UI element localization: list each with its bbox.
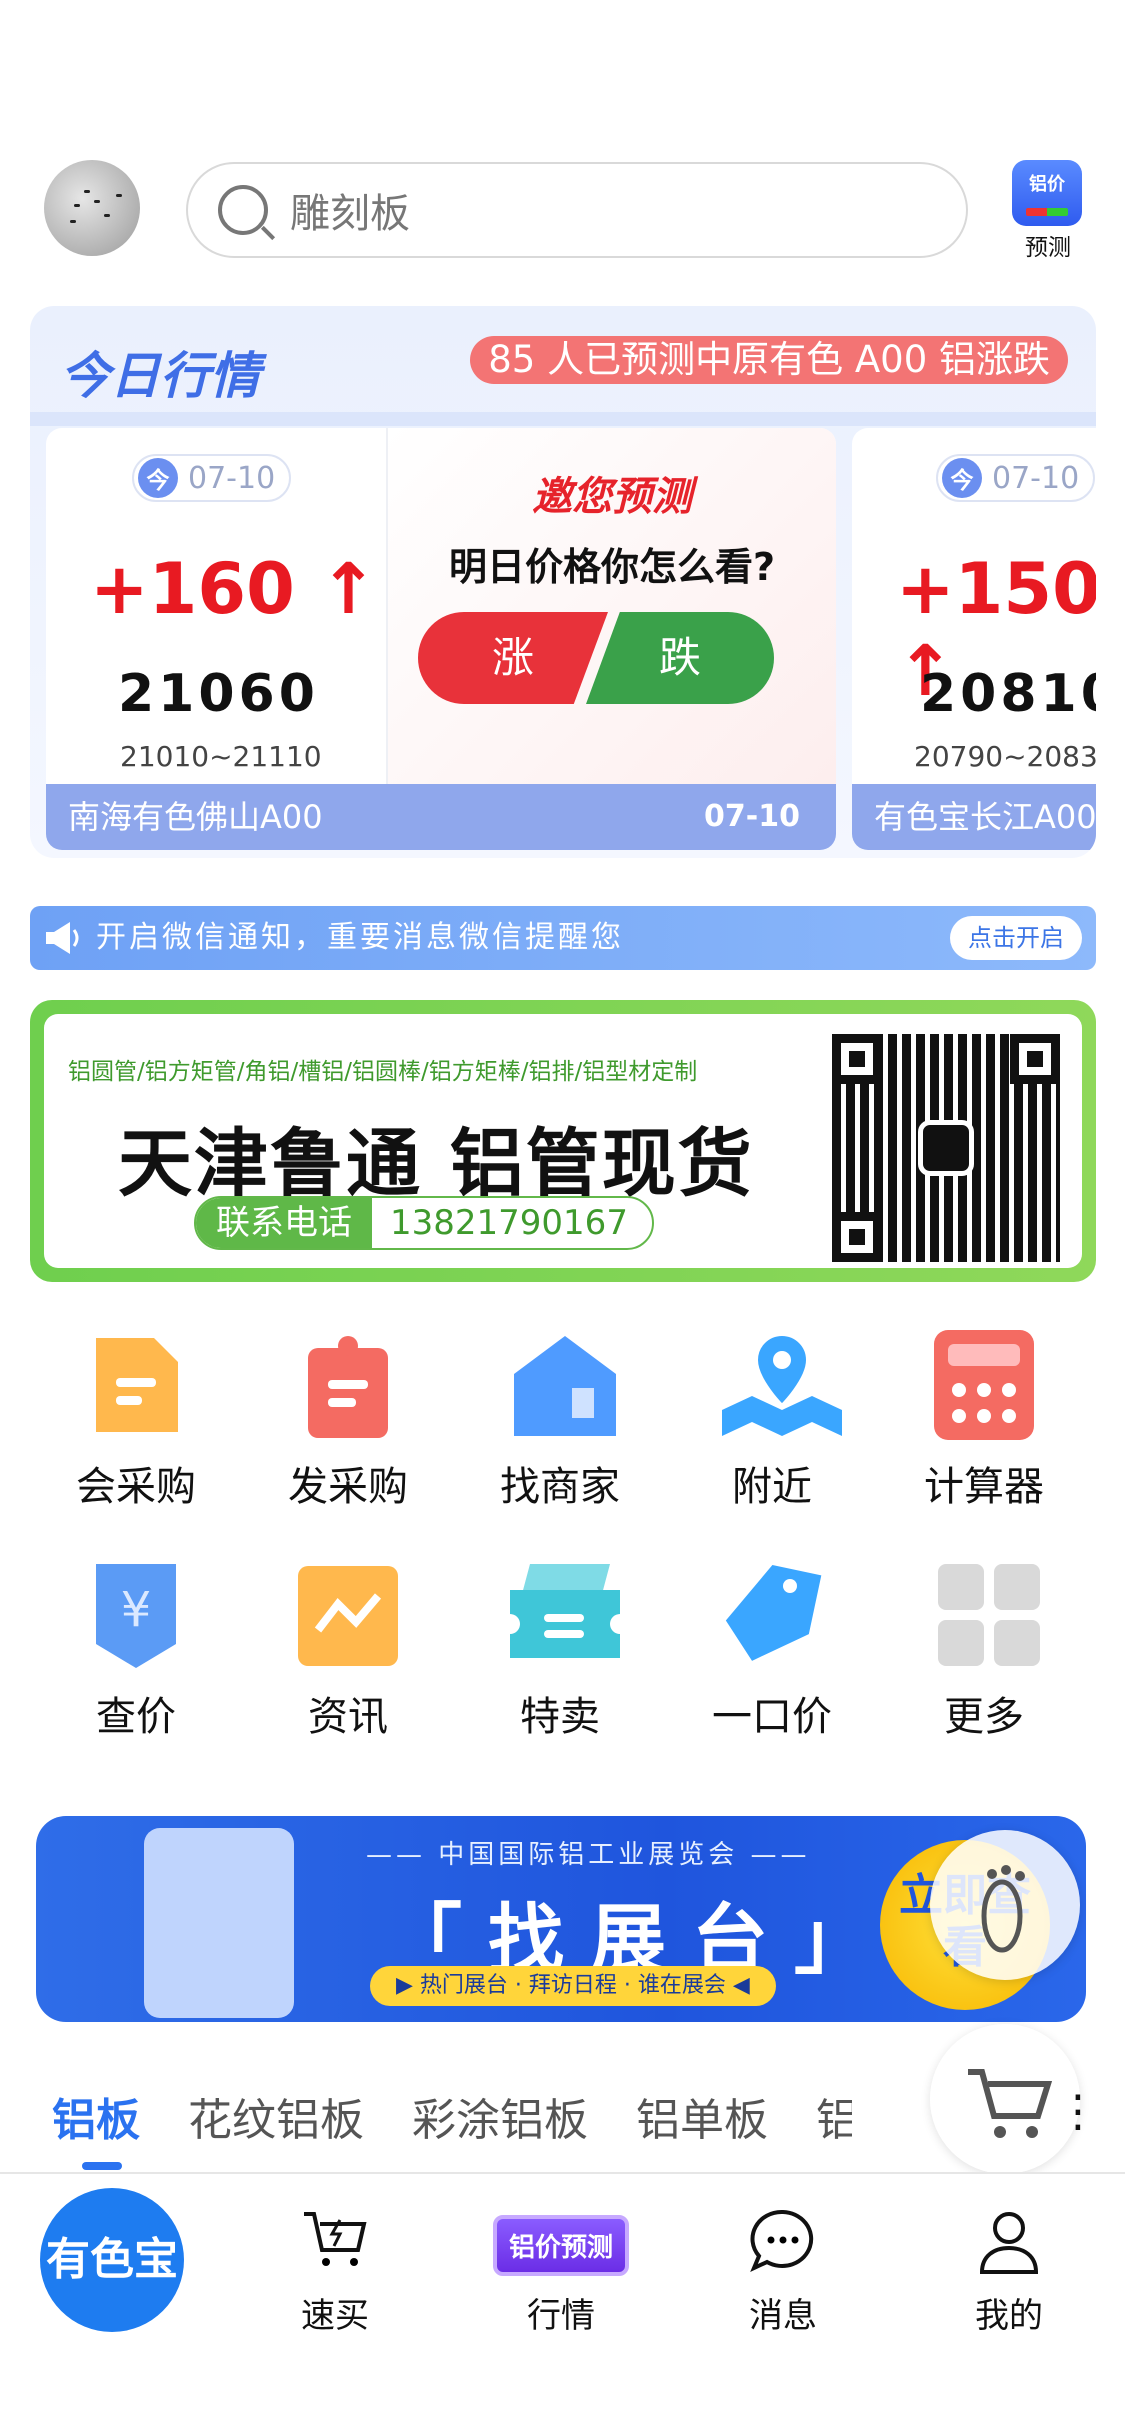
tab-patterned-plate[interactable]: 花纹铝板 [188,2084,364,2148]
search-placeholder: 雕刻板 [290,191,410,237]
grid-item-find-merchant[interactable]: 找商家 [454,1330,666,1512]
category-tabs: 铝板 花纹铝板 彩涂铝板 铝单板 铝 [52,2084,852,2170]
tab-coated-plate[interactable]: 彩涂铝板 [412,2084,588,2148]
invite-predict: 邀您预测 明日价格你怎么看? 涨 跌 [388,428,836,784]
enable-notice-button[interactable]: 点击开启 [950,916,1082,960]
bottom-nav: 有色宝 速买 铝价预测 行情 消息 我的 [0,2172,1125,2436]
tab-veneer[interactable]: 铝单板 [636,2084,768,2148]
avatar[interactable] [44,160,140,256]
market-title: 今日行情 [60,347,260,405]
prediction-count-banner[interactable]: 85 人已预测中原有色 A00 铝涨跌 [470,336,1068,384]
wechat-notice-bar[interactable]: 开启微信通知，重要消息微信提醒您 点击开启 [30,906,1096,970]
home-button[interactable]: 有色宝 [40,2188,184,2332]
predict-icon-text: 铝价 [1029,174,1065,195]
notice-text: 开启微信通知，重要消息微信提醒您 [96,920,624,955]
svg-text:¥: ¥ [121,1582,152,1638]
grid-item-nearby[interactable]: 附近 [666,1330,878,1512]
ad-title: 天津鲁通 铝管现货 [118,1121,754,1207]
invite-title: 邀您预测 [532,474,692,520]
nav-quick-buy[interactable]: 速买 [260,2196,410,2337]
clipboard-icon [298,1330,398,1440]
grid-item-more[interactable]: 更多 [878,1560,1090,1742]
price-card[interactable]: 今07-10 +150 ↑ 20810 20790~20830 有色宝长江A00 [852,428,1096,850]
chat-bubble-icon [750,2209,814,2272]
price-range: 21010~21110 [120,740,322,773]
grid-item-post-purchase[interactable]: 发采购 [242,1330,454,1512]
ad-banner[interactable]: 铝圆管/铝方矩管/角铝/槽铝/铝圆棒/铝方矩棒/铝排/铝型材定制 天津鲁通 铝管… [30,1000,1096,1282]
up-arrow-icon: ↑ [319,548,378,630]
predict-down-button[interactable]: 跌 [586,612,774,704]
tab-menu-icon[interactable]: ⋮ [1056,2086,1100,2137]
price-value: 20810 [920,664,1096,724]
predict-label[interactable]: 预测 [1010,228,1086,262]
tab-aluminum-plate[interactable]: 铝板 [52,2084,140,2170]
trend-icon [298,1560,398,1670]
price-card[interactable]: 今 07-10 +160 ↑ 21060 21010~21110 邀您预测 明日价… [46,428,836,850]
quick-buy-cart-icon [304,2212,367,2266]
location-icon [722,1330,842,1440]
search-input[interactable]: 雕刻板 [186,162,968,258]
ad-phone: 联系电话 13821790167 [194,1196,654,1250]
price-predict-icon[interactable]: 铝价 [1012,160,1082,226]
grid-item-news[interactable]: 资讯 [242,1560,454,1742]
date-pill: 今 07-10 [936,454,1096,502]
tag-icon [722,1560,822,1670]
grid-item-fixed-price[interactable]: 一口价 [666,1560,878,1742]
doc-icon [86,1330,186,1440]
price-change: +160 ↑ [90,548,378,630]
user-icon [979,2212,1039,2274]
price-source: 有色宝长江A00 [852,784,1096,850]
grid-item-special-sale[interactable]: 特卖 [454,1560,666,1742]
banner-tag: ▶ 热门展台 · 拜访日程 · 谁在展会 ◀ [370,1966,776,2006]
megaphone-icon [46,922,79,954]
grid-icon [934,1560,1040,1670]
predict-up-button[interactable]: 涨 [418,612,608,704]
search-icon [218,185,268,235]
today-badge: 今 [942,458,982,498]
calculator-icon [934,1330,1034,1440]
phone-illustration [144,1828,294,2018]
ticket-icon [510,1560,620,1670]
today-badge: 今 [138,458,178,498]
price-value: 21060 [118,664,319,724]
nav-messages[interactable]: 消息 [708,2196,858,2337]
footprint-icon [981,1865,1025,1953]
source-date: 07-10 [704,799,800,834]
grid-item-calculator[interactable]: 计算器 [878,1330,1090,1512]
banner-subtitle: —— 中国国际铝工业展览会 —— [366,1840,811,1870]
store-icon [510,1330,616,1440]
yen-shield-icon: ¥ [86,1560,186,1670]
footprint-button[interactable] [930,1830,1080,1980]
invite-question: 明日价格你怎么看? [448,545,776,589]
date-pill: 今 07-10 [132,454,292,502]
wechat-icon [918,1120,974,1176]
grid-item-buy[interactable]: 会采购 [30,1330,242,1512]
market-panel: 今日行情 85 人已预测中原有色 A00 铝涨跌 今 07-10 +160 ↑ 2… [30,306,1096,858]
nav-market[interactable]: 铝价预测 行情 [486,2196,636,2337]
price-source: 南海有色佛山A00 07-10 [46,784,836,850]
grid-item-price-check[interactable]: ¥ 查价 [30,1560,242,1742]
ad-tags: 铝圆管/铝方矩管/角铝/槽铝/铝圆棒/铝方矩棒/铝排/铝型材定制 [68,1059,698,1085]
qr-code [832,1034,1060,1262]
nav-profile[interactable]: 我的 [934,2196,1084,2337]
price-predict-pill: 铝价预测 [492,2215,629,2276]
tab-more[interactable]: 铝 [816,2084,852,2148]
price-range: 20790~20830 [914,740,1096,773]
exhibition-banner[interactable]: —— 中国国际铝工业展览会 —— 「找展台」 ▶ 热门展台 · 拜访日程 · 谁… [36,1816,1086,2022]
